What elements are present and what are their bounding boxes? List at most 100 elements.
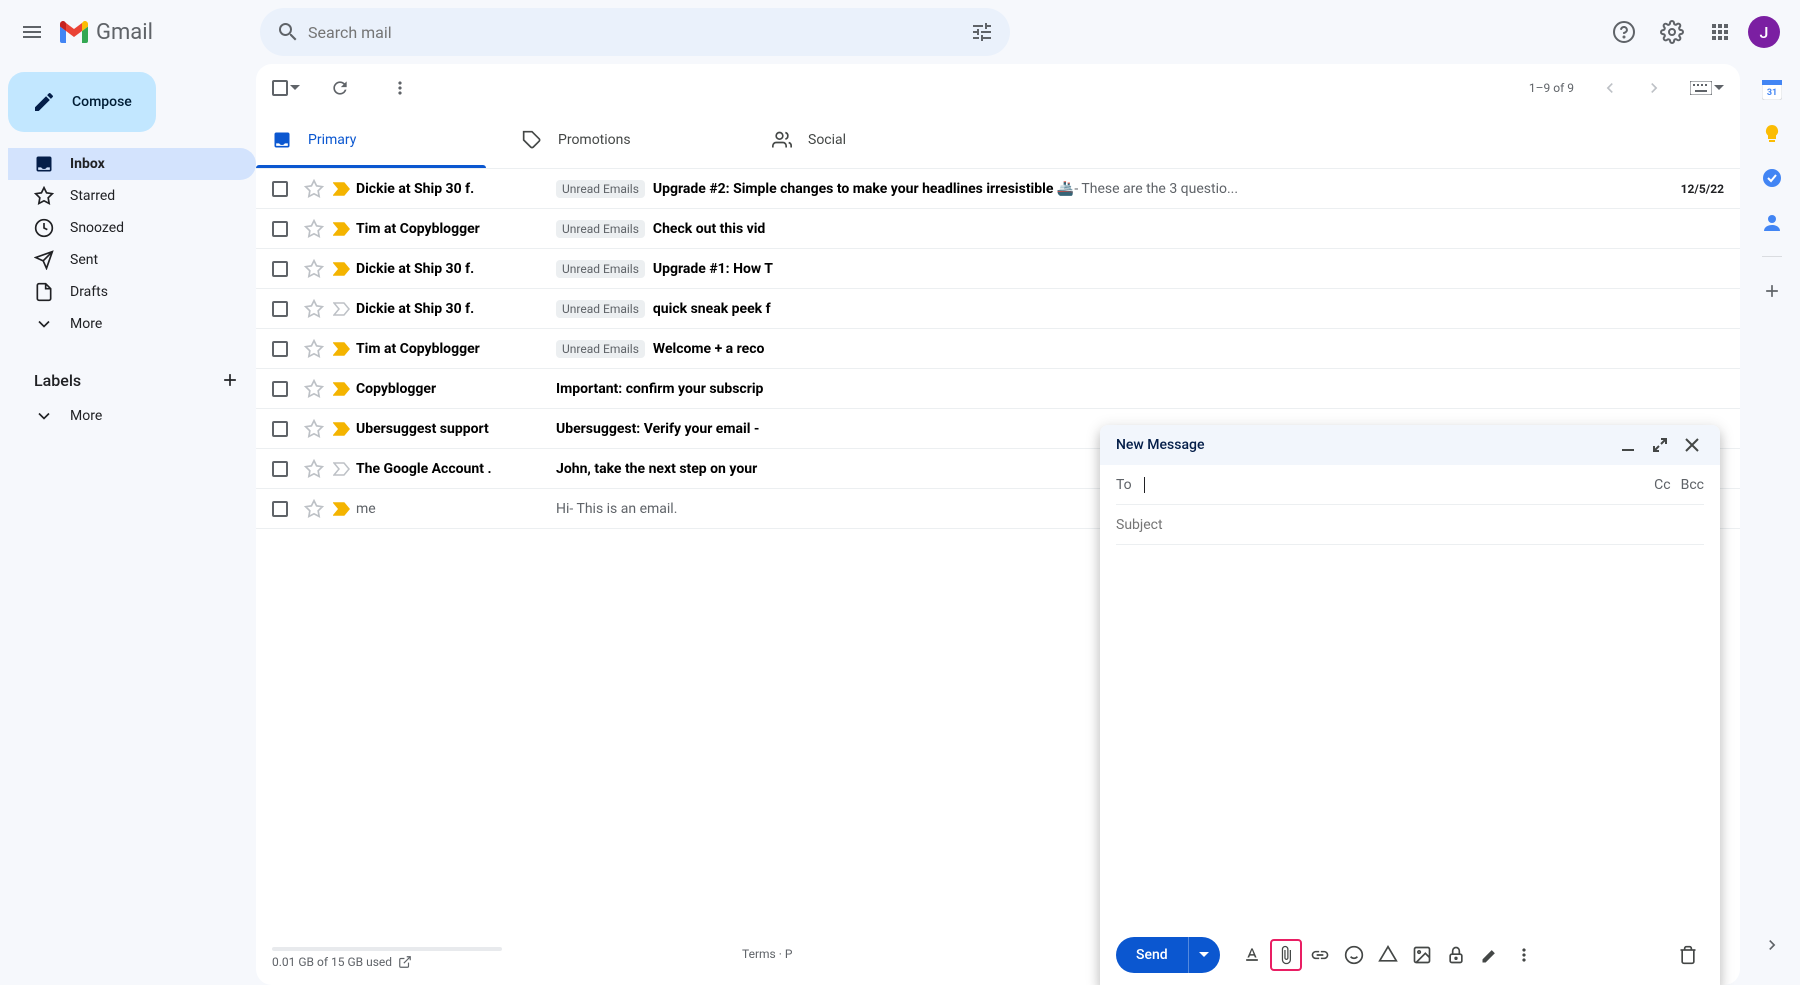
star-button[interactable] bbox=[300, 379, 328, 399]
row-checkbox[interactable] bbox=[272, 261, 288, 277]
star-button[interactable] bbox=[300, 179, 328, 199]
row-checkbox[interactable] bbox=[272, 421, 288, 437]
subject: Important: confirm your subscrip bbox=[556, 381, 763, 397]
tasks-app-button[interactable] bbox=[1762, 168, 1782, 188]
input-tools[interactable] bbox=[1690, 81, 1724, 95]
compose-body[interactable] bbox=[1100, 545, 1720, 925]
terms-link[interactable]: Terms · P bbox=[742, 947, 792, 961]
labels-title: Labels bbox=[34, 371, 81, 390]
row-checkbox[interactable] bbox=[272, 341, 288, 357]
sidebar-item-snoozed[interactable]: Snoozed bbox=[8, 212, 256, 244]
main-menu-button[interactable] bbox=[8, 8, 56, 56]
more-vert-icon bbox=[390, 78, 410, 98]
next-page-button[interactable] bbox=[1634, 68, 1674, 108]
add-label-button[interactable] bbox=[216, 366, 244, 394]
account-avatar[interactable]: J bbox=[1748, 16, 1780, 48]
important-marker[interactable] bbox=[328, 182, 356, 196]
send-options-button[interactable] bbox=[1188, 937, 1220, 973]
calendar-app-button[interactable]: 31 bbox=[1762, 80, 1782, 100]
email-row[interactable]: Copyblogger Important: confirm your subs… bbox=[256, 369, 1740, 409]
discard-button[interactable] bbox=[1672, 939, 1704, 971]
star-button[interactable] bbox=[300, 219, 328, 239]
email-row[interactable]: Dickie at Ship 30 f. Unread Emails Upgra… bbox=[256, 169, 1740, 209]
star-button[interactable] bbox=[300, 259, 328, 279]
get-addons-button[interactable] bbox=[1762, 281, 1782, 301]
star-button[interactable] bbox=[300, 459, 328, 479]
important-marker[interactable] bbox=[328, 422, 356, 436]
sidebar-labels-more[interactable]: More bbox=[8, 400, 256, 432]
insert-photo-button[interactable] bbox=[1406, 939, 1438, 971]
labels-header: Labels bbox=[8, 360, 256, 400]
row-checkbox[interactable] bbox=[272, 501, 288, 517]
important-marker[interactable] bbox=[328, 222, 356, 236]
important-marker[interactable] bbox=[328, 502, 356, 516]
row-checkbox[interactable] bbox=[272, 181, 288, 197]
more-button[interactable] bbox=[380, 68, 420, 108]
label-chip: Unread Emails bbox=[556, 340, 645, 358]
compose-button[interactable]: Compose bbox=[8, 72, 156, 132]
sidebar-item-more[interactable]: More bbox=[8, 308, 256, 340]
star-button[interactable] bbox=[300, 299, 328, 319]
cc-button[interactable]: Cc bbox=[1654, 477, 1670, 493]
gmail-logo[interactable]: Gmail bbox=[60, 20, 250, 45]
hide-side-panel-button[interactable] bbox=[1762, 935, 1782, 955]
search-button[interactable] bbox=[268, 12, 308, 52]
refresh-button[interactable] bbox=[320, 68, 360, 108]
star-button[interactable] bbox=[300, 339, 328, 359]
compose-header[interactable]: New Message bbox=[1100, 425, 1720, 465]
attach-button[interactable] bbox=[1270, 939, 1302, 971]
more-options-button[interactable] bbox=[1508, 939, 1540, 971]
important-marker[interactable] bbox=[328, 382, 356, 396]
drive-button[interactable] bbox=[1372, 939, 1404, 971]
to-field[interactable]: To Cc Bcc bbox=[1116, 465, 1704, 505]
formatting-button[interactable] bbox=[1236, 939, 1268, 971]
label-chip: Unread Emails bbox=[556, 180, 645, 198]
important-marker[interactable] bbox=[328, 262, 356, 276]
close-button[interactable] bbox=[1680, 433, 1704, 457]
star-button[interactable] bbox=[300, 419, 328, 439]
keep-app-button[interactable] bbox=[1762, 124, 1782, 144]
to-input[interactable] bbox=[1145, 477, 1654, 493]
sidebar-item-drafts[interactable]: Drafts bbox=[8, 276, 256, 308]
subject-input[interactable] bbox=[1116, 517, 1704, 533]
star-button[interactable] bbox=[300, 499, 328, 519]
tab-social[interactable]: Social bbox=[756, 112, 1006, 168]
send-button[interactable]: Send bbox=[1116, 937, 1188, 973]
emoji-button[interactable] bbox=[1338, 939, 1370, 971]
email-row[interactable]: Tim at Copyblogger Unread Emails Check o… bbox=[256, 209, 1740, 249]
important-marker[interactable] bbox=[328, 302, 356, 316]
open-icon bbox=[398, 955, 412, 969]
prev-page-button[interactable] bbox=[1590, 68, 1630, 108]
row-checkbox[interactable] bbox=[272, 461, 288, 477]
bcc-button[interactable]: Bcc bbox=[1681, 477, 1704, 493]
email-row[interactable]: Tim at Copyblogger Unread Emails Welcome… bbox=[256, 329, 1740, 369]
select-all-checkbox[interactable] bbox=[272, 80, 288, 96]
sidebar-item-sent[interactable]: Sent bbox=[8, 244, 256, 276]
email-row[interactable]: Dickie at Ship 30 f. Unread Emails quick… bbox=[256, 289, 1740, 329]
apps-button[interactable] bbox=[1700, 12, 1740, 52]
search-options-button[interactable] bbox=[962, 12, 1002, 52]
important-marker[interactable] bbox=[328, 342, 356, 356]
signature-button[interactable] bbox=[1474, 939, 1506, 971]
tab-promotions[interactable]: Promotions bbox=[506, 112, 756, 168]
fullscreen-button[interactable] bbox=[1648, 433, 1672, 457]
confidential-button[interactable] bbox=[1440, 939, 1472, 971]
email-row[interactable]: Dickie at Ship 30 f. Unread Emails Upgra… bbox=[256, 249, 1740, 289]
minimize-button[interactable] bbox=[1616, 433, 1640, 457]
select-all-dropdown[interactable] bbox=[290, 83, 300, 93]
settings-button[interactable] bbox=[1652, 12, 1692, 52]
row-checkbox[interactable] bbox=[272, 221, 288, 237]
row-checkbox[interactable] bbox=[272, 301, 288, 317]
sidebar-item-starred[interactable]: Starred bbox=[8, 180, 256, 212]
sidebar-item-inbox[interactable]: Inbox bbox=[8, 148, 256, 180]
tab-primary[interactable]: Primary bbox=[256, 112, 506, 168]
subject-field[interactable] bbox=[1116, 505, 1704, 545]
contacts-app-button[interactable] bbox=[1762, 212, 1782, 232]
row-checkbox[interactable] bbox=[272, 381, 288, 397]
search-input[interactable] bbox=[308, 23, 962, 42]
star-outline-icon bbox=[304, 339, 324, 359]
to-label: To bbox=[1116, 477, 1132, 493]
link-button[interactable] bbox=[1304, 939, 1336, 971]
important-marker[interactable] bbox=[328, 462, 356, 476]
support-button[interactable] bbox=[1604, 12, 1644, 52]
